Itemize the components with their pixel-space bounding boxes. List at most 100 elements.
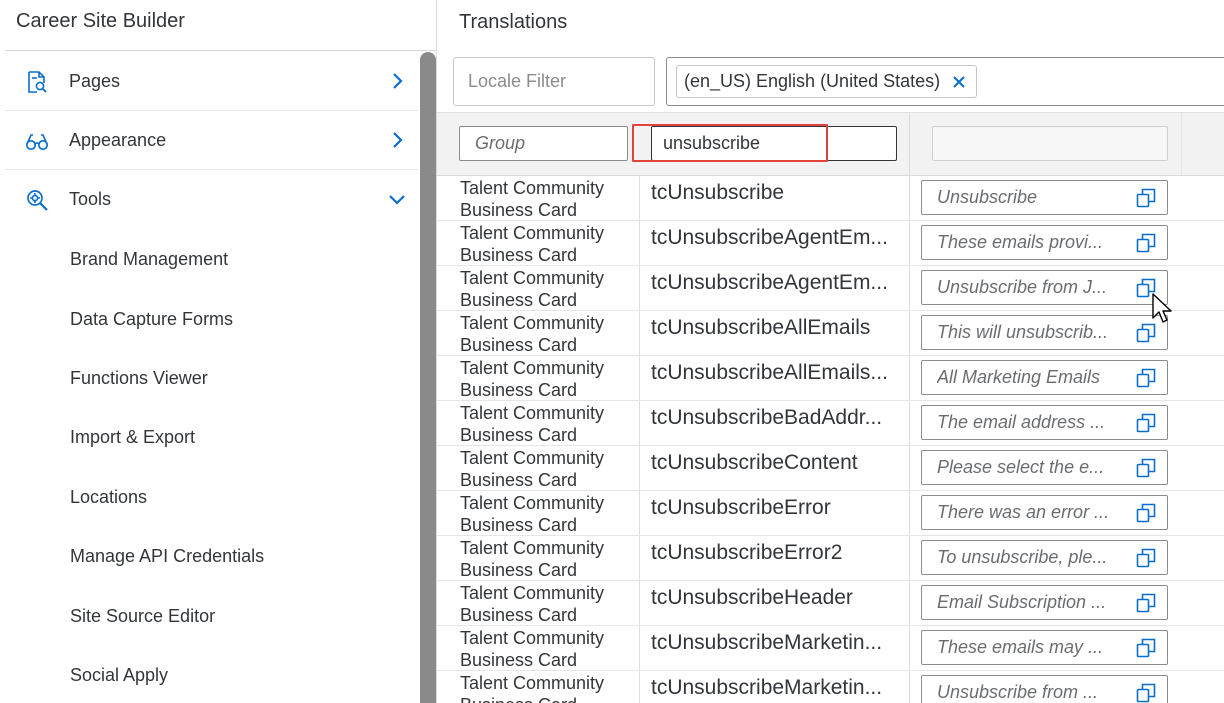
mouse-cursor-icon — [1152, 293, 1172, 323]
key-cell: tcUnsubscribeAgentEm... — [651, 271, 888, 294]
chevron-right-icon — [393, 132, 403, 148]
value-help-icon[interactable] — [1136, 368, 1156, 388]
tools-item-brand-management[interactable]: Brand Management — [70, 249, 228, 270]
tools-item-functions-viewer[interactable]: Functions Viewer — [70, 368, 208, 389]
key-filter-input[interactable] — [651, 126, 897, 161]
table-row: Talent Community Business Card tcUnsubscr… — [437, 356, 1224, 401]
value-input[interactable]: There was an error ... — [921, 495, 1168, 530]
group-filter-input[interactable] — [459, 126, 628, 161]
chevron-down-icon — [389, 195, 405, 205]
key-cell: tcUnsubscribeHeader — [651, 586, 853, 609]
value-input-text: Please select the e... — [937, 457, 1105, 477]
value-help-icon[interactable] — [1136, 323, 1156, 343]
divider — [5, 50, 437, 51]
value-help-icon[interactable] — [1136, 593, 1156, 613]
table-row: Talent Community Business Card tcUnsubscr… — [437, 536, 1224, 581]
locale-token[interactable]: (en_US) English (United States) — [676, 65, 978, 98]
value-input[interactable]: Unsubscribe from ... — [921, 675, 1168, 703]
nav-item-tools[interactable]: Tools — [5, 170, 418, 229]
value-input-text: Email Subscription ... — [937, 592, 1107, 612]
value-help-icon[interactable] — [1136, 413, 1156, 433]
value-help-icon[interactable] — [1136, 458, 1156, 478]
tools-item-locations[interactable]: Locations — [70, 487, 147, 508]
value-input-text: Unsubscribe from J... — [937, 277, 1108, 297]
value-input-text: Unsubscribe — [937, 187, 1038, 207]
group-cell: Talent Community Business Card — [460, 358, 605, 400]
sidebar-scrollbar-thumb[interactable] — [420, 52, 436, 703]
table-row: Talent Community Business Card tcUnsubscr… — [437, 176, 1224, 221]
nav-item-label: Appearance — [69, 129, 167, 150]
close-icon[interactable] — [952, 75, 966, 89]
value-input[interactable]: Unsubscribe from J... — [921, 270, 1168, 305]
app-window: Career Site Builder Pages Appearance Too… — [0, 0, 1224, 703]
table-row: Talent Community Business Card tcUnsubscr… — [437, 266, 1224, 311]
translations-table: Talent Community Business Card tcUnsubscr… — [437, 176, 1224, 703]
value-input[interactable]: The email address ... — [921, 405, 1168, 440]
group-cell: Talent Community Business Card — [460, 178, 605, 220]
group-cell: Talent Community Business Card — [460, 493, 605, 535]
key-cell: tcUnsubscribeMarketin... — [651, 676, 883, 699]
value-input-text: All Marketing Emails — [937, 367, 1101, 387]
value-help-icon[interactable] — [1136, 548, 1156, 568]
value-help-icon[interactable] — [1136, 188, 1156, 208]
table-row: Talent Community Business Card tcUnsubscr… — [437, 446, 1224, 491]
key-cell: tcUnsubscribeMarketin... — [651, 631, 883, 654]
value-input[interactable]: To unsubscribe, ple... — [921, 540, 1168, 575]
value-input-text: To unsubscribe, ple... — [937, 547, 1108, 567]
value-input[interactable]: Email Subscription ... — [921, 585, 1168, 620]
nav-item-label: Pages — [69, 70, 121, 91]
key-cell: tcUnsubscribeError — [651, 496, 831, 519]
value-help-icon[interactable] — [1136, 503, 1156, 523]
group-cell: Talent Community Business Card — [460, 268, 605, 310]
tools-item-social-apply[interactable]: Social Apply — [70, 665, 168, 686]
tools-item-manage-api-credentials[interactable]: Manage API Credentials — [70, 546, 264, 567]
group-cell: Talent Community Business Card — [460, 223, 605, 265]
tools-item-data-capture-forms[interactable]: Data Capture Forms — [70, 309, 233, 330]
table-row: Talent Community Business Card tcUnsubscr… — [437, 491, 1224, 536]
table-row: Talent Community Business Card tcUnsubscr… — [437, 581, 1224, 626]
page-title: Translations — [459, 11, 568, 33]
group-cell: Talent Community Business Card — [460, 628, 605, 670]
value-input-text: The email address ... — [937, 412, 1106, 432]
value-input[interactable]: Unsubscribe — [921, 180, 1168, 215]
key-cell: tcUnsubscribeContent — [651, 451, 858, 474]
locale-token-input[interactable]: (en_US) English (United States) — [666, 57, 1224, 106]
group-cell: Talent Community Business Card — [460, 313, 605, 355]
value-help-icon[interactable] — [1136, 683, 1156, 703]
value-input-text: This will unsubscrib... — [937, 322, 1109, 342]
table-row: Talent Community Business Card tcUnsubscr… — [437, 671, 1224, 703]
group-cell: Talent Community Business Card — [460, 583, 605, 625]
value-input-text: There was an error ... — [937, 502, 1110, 522]
tools-item-site-source-editor[interactable]: Site Source Editor — [70, 606, 215, 627]
table-row: Talent Community Business Card tcUnsubscr… — [437, 626, 1224, 671]
group-cell: Talent Community Business Card — [460, 448, 605, 490]
key-cell: tcUnsubscribeAllEmails... — [651, 361, 888, 384]
tools-item-import-export[interactable]: Import & Export — [70, 427, 195, 448]
table-row: Talent Community Business Card tcUnsubscr… — [437, 221, 1224, 266]
key-cell: tcUnsubscribe — [651, 181, 785, 204]
divider — [1181, 113, 1182, 175]
locale-token-label: (en_US) English (United States) — [684, 71, 941, 91]
value-input-text: Unsubscribe from ... — [937, 682, 1099, 702]
page-search-icon — [28, 71, 47, 93]
nav-item-pages[interactable]: Pages — [5, 52, 418, 111]
value-help-icon[interactable] — [1136, 233, 1156, 253]
value-input[interactable]: This will unsubscrib... — [921, 315, 1168, 350]
table-row: Talent Community Business Card tcUnsubscr… — [437, 311, 1224, 356]
value-input-text: These emails provi... — [937, 232, 1104, 252]
key-cell: tcUnsubscribeBadAddr... — [651, 406, 883, 429]
zoom-gear-icon — [27, 190, 48, 211]
locale-filter-input[interactable] — [453, 57, 655, 106]
value-input[interactable]: All Marketing Emails — [921, 360, 1168, 395]
value-help-icon[interactable] — [1136, 638, 1156, 658]
sidebar-title: Career Site Builder — [16, 10, 185, 32]
nav-item-label: Tools — [69, 189, 112, 209]
glasses-icon — [25, 134, 49, 151]
value-input[interactable]: These emails provi... — [921, 225, 1168, 260]
value-input[interactable]: These emails may ... — [921, 630, 1168, 665]
value-filter-input[interactable] — [932, 126, 1168, 161]
nav-item-appearance[interactable]: Appearance — [5, 111, 418, 170]
value-input[interactable]: Please select the e... — [921, 450, 1168, 485]
group-cell: Talent Community Business Card — [460, 673, 605, 703]
table-row: Talent Community Business Card tcUnsubscr… — [437, 401, 1224, 446]
